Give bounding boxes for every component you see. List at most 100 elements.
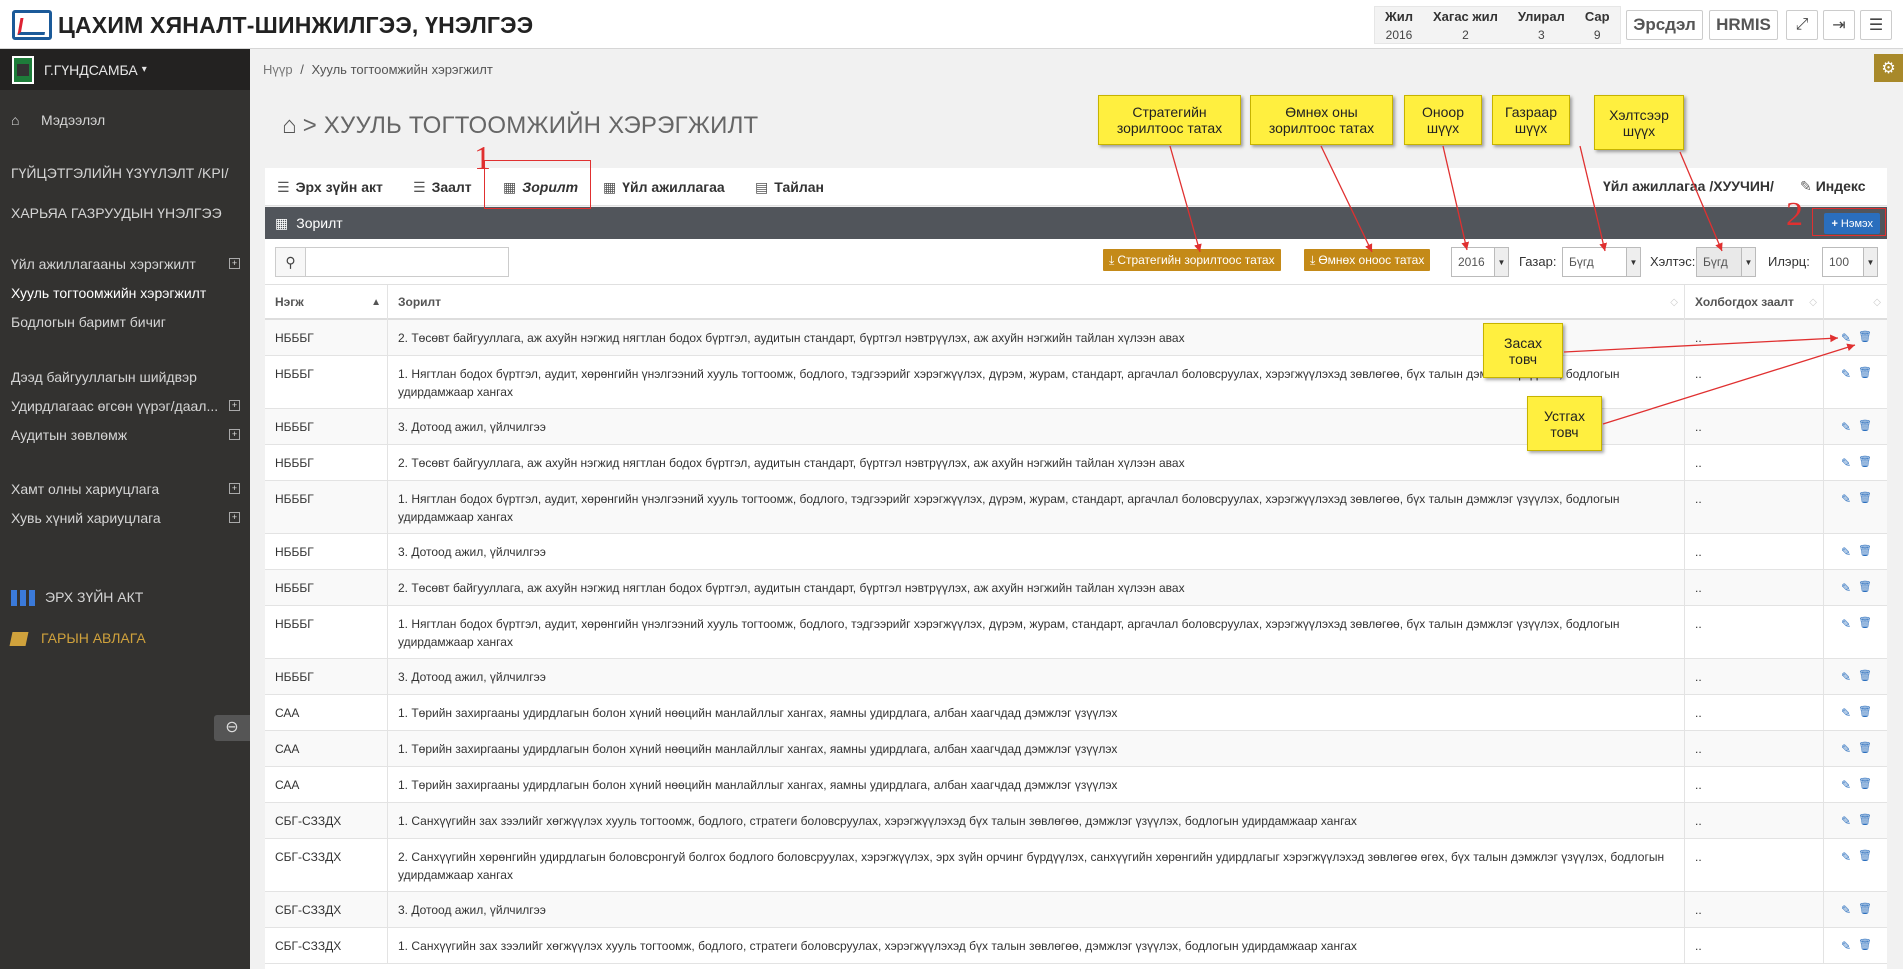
brand[interactable]: ЦАХИМ ХЯНАЛТ-ШИНЖИЛГЭЭ, ҮНЭЛГЭЭ — [12, 8, 533, 42]
search-input[interactable] — [306, 248, 508, 276]
page-size-select[interactable]: 100 ▼ — [1822, 247, 1878, 277]
menu-icon[interactable]: ☰ — [1860, 10, 1892, 40]
sidebar-item-branch-eval[interactable]: ХАРЬЯА ГАЗРУУДЫН ҮНЭЛГЭЭ — [0, 201, 250, 225]
table-row[interactable]: НБББГ 2. Төсөвт байгууллага, аж ахуйн нэг… — [265, 570, 1887, 606]
trash-icon[interactable]: 🗑 — [1858, 542, 1872, 560]
expand-icon[interactable]: + — [229, 483, 240, 494]
table-row[interactable]: САА 1. Төрийн захиргааны удирдлагын болон… — [265, 767, 1887, 803]
collapse-sidebar-icon[interactable]: ⊖ — [214, 715, 250, 741]
search-icon[interactable]: ⚲ — [276, 248, 306, 276]
edit-icon[interactable]: ✎ — [1841, 668, 1851, 686]
table-row[interactable]: НБББГ 3. Дотоод ажил, үйлчилгээ.. ✎ 🗑 — [265, 659, 1887, 695]
tab-legal-act[interactable]: ☰ Эрх зүйн акт — [277, 168, 383, 206]
edit-icon[interactable]: ✎ — [1841, 901, 1851, 919]
user-menu[interactable]: Г.ГҮНДСАМБА ▾ — [0, 49, 250, 90]
cell-ref: .. — [1685, 320, 1824, 355]
sidebar-item-law[interactable]: Хууль тогтоомжийн хэрэгжилт — [0, 281, 250, 305]
trash-icon[interactable]: 🗑 — [1858, 328, 1872, 346]
trash-icon[interactable]: 🗑 — [1858, 900, 1872, 918]
period-quarter[interactable]: Улирал 3 — [1508, 7, 1575, 43]
tab-index[interactable]: ✎ Индекс — [1800, 178, 1866, 195]
breadcrumb-home[interactable]: Нүүр — [263, 62, 293, 77]
edit-icon[interactable]: ✎ — [1841, 490, 1851, 508]
tab-report[interactable]: ▤ Тайлан — [755, 168, 824, 206]
table-row[interactable]: НБББГ 1. Нягтлан бодох бүртгэл, аудит, хө… — [265, 606, 1887, 659]
sidebar-item-personal-resp[interactable]: Хувь хүний хариуцлага + — [0, 506, 250, 530]
table-row[interactable]: СБГ-СЗЗДХ 2. Санхүүгийн хөрөнгийн удирдла… — [265, 839, 1887, 892]
table-row[interactable]: САА 1. Төрийн захиргааны удирдлагын болон… — [265, 731, 1887, 767]
col-goal[interactable]: Зорилт ◇ — [388, 285, 1685, 320]
edit-icon[interactable]: ✎ — [1841, 937, 1851, 955]
trash-icon[interactable]: 🗑 — [1858, 847, 1872, 865]
sidebar-item-audit[interactable]: Аудитын зөвлөмж + — [0, 423, 250, 447]
sidebar-item-policy[interactable]: Бодлогын баримт бичиг — [0, 310, 250, 334]
sidebar-item-decision[interactable]: Дээд байгууллагын шийдвэр — [0, 365, 250, 389]
table-row[interactable]: НБББГ 3. Дотоод ажил, үйлчилгээ.. ✎ 🗑 — [265, 534, 1887, 570]
expand-icon[interactable]: + — [229, 429, 240, 440]
col-actions[interactable]: ◇ — [1824, 285, 1887, 320]
edit-icon[interactable]: ✎ — [1841, 704, 1851, 722]
table-row[interactable]: СБГ-СЗЗДХ 1. Санхүүгийн зах зээлийг хөгжү… — [265, 803, 1887, 839]
expand-icon[interactable]: + — [229, 512, 240, 523]
expand-icon[interactable]: + — [229, 258, 240, 269]
table-row[interactable]: САА 1. Төрийн захиргааны удирдлагын болон… — [265, 695, 1887, 731]
trash-icon[interactable]: 🗑 — [1858, 703, 1872, 721]
period-half[interactable]: Хагас жил 2 — [1423, 7, 1508, 43]
trash-icon[interactable]: 🗑 — [1858, 667, 1872, 685]
trash-icon[interactable]: 🗑 — [1858, 739, 1872, 757]
trash-icon[interactable]: 🗑 — [1858, 453, 1872, 471]
import-strategy-button[interactable]: ⤓ Стратегийн зорилтоос татах — [1103, 249, 1281, 271]
table-row[interactable]: СБГ-СЗЗДХ 1. Санхүүгийн зах зээлийг хөгжү… — [265, 928, 1887, 964]
table-row[interactable]: НБББГ 2. Төсөвт байгууллага, аж ахуйн нэг… — [265, 320, 1887, 356]
trash-icon[interactable]: 🗑 — [1858, 811, 1872, 829]
fullscreen-icon[interactable]: ⤢ — [1786, 10, 1818, 40]
tab-activity[interactable]: ▦ Үйл ажиллагаа — [603, 168, 725, 206]
table-row[interactable]: НБББГ 1. Нягтлан бодох бүртгэл, аудит, хө… — [265, 481, 1887, 534]
table-row[interactable]: СБГ-СЗЗДХ 3. Дотоод ажил, үйлчилгээ.. ✎ 🗑 — [265, 892, 1887, 928]
edit-icon[interactable]: ✎ — [1841, 848, 1851, 866]
period-year[interactable]: Жил 2016 — [1375, 7, 1423, 43]
expand-icon[interactable]: + — [229, 400, 240, 411]
col-ref[interactable]: Холбогдох заалт ◇ — [1685, 285, 1824, 320]
edit-icon[interactable]: ✎ — [1841, 418, 1851, 436]
gear-icon[interactable]: ⚙ — [1874, 54, 1903, 82]
edit-icon[interactable]: ✎ — [1841, 776, 1851, 794]
edit-icon[interactable]: ✎ — [1841, 615, 1851, 633]
sidebar-item-manual[interactable]: ГАРЫН АВЛАГА — [0, 626, 250, 650]
period-month[interactable]: Сар 9 — [1575, 7, 1620, 43]
hrmis-button[interactable]: HRMIS — [1709, 10, 1778, 40]
edit-icon[interactable]: ✎ — [1841, 579, 1851, 597]
col-unit[interactable]: Нэгж ▲ — [265, 285, 388, 320]
edit-icon[interactable]: ✎ — [1841, 454, 1851, 472]
tab-activity-old[interactable]: Үйл ажиллагаа /ХУУЧИН/ — [1603, 178, 1774, 194]
trash-icon[interactable]: 🗑 — [1858, 417, 1872, 435]
table-row[interactable]: НБББГ 1. Нягтлан бодох бүртгэл, аудит, хө… — [265, 356, 1887, 409]
ersdel-button[interactable]: Эрсдэл — [1626, 10, 1703, 40]
period-selector[interactable]: Жил 2016 Хагас жил 2 Улирал 3 Сар 9 — [1374, 6, 1621, 44]
import-prev-year-button[interactable]: ⤓ Өмнөх оноос татах — [1304, 249, 1431, 271]
trash-icon[interactable]: 🗑 — [1858, 578, 1872, 596]
sidebar-item-kpi[interactable]: ГҮЙЦЭТГЭЛИЙН ҮЗҮҮЛЭЛТ /KPI/ — [0, 161, 250, 185]
sidebar-item-tasks[interactable]: Удирдлагаас өгсөн үүрэг/даал... + — [0, 394, 250, 418]
trash-icon[interactable]: 🗑 — [1858, 614, 1872, 632]
trash-icon[interactable]: 🗑 — [1858, 775, 1872, 793]
edit-icon[interactable]: ✎ — [1841, 812, 1851, 830]
trash-icon[interactable]: 🗑 — [1858, 936, 1872, 954]
table-row[interactable]: НБББГ 3. Дотоод ажил, үйлчилгээ.. ✎ 🗑 — [265, 409, 1887, 445]
heltes-select[interactable]: Бүгд ▼ — [1696, 247, 1756, 277]
sidebar-item-legal-act[interactable]: ЭРХ ЗҮЙН АКТ — [0, 585, 250, 609]
trash-icon[interactable]: 🗑 — [1858, 489, 1872, 507]
sidebar-item-team-resp[interactable]: Хамт олны хариуцлага + — [0, 477, 250, 501]
edit-icon[interactable]: ✎ — [1841, 543, 1851, 561]
table-row[interactable]: НБББГ 2. Төсөвт байгууллага, аж ахуйн нэг… — [265, 445, 1887, 481]
tab-clause[interactable]: ☰ Заалт — [413, 168, 472, 206]
trash-icon[interactable]: 🗑 — [1858, 364, 1872, 382]
logout-icon[interactable]: ⇥ — [1823, 10, 1855, 40]
sidebar-item-activity[interactable]: Үйл ажиллагааны хэрэгжилт + — [0, 252, 250, 276]
gazar-select[interactable]: Бүгд ▼ — [1562, 247, 1641, 277]
edit-icon[interactable]: ✎ — [1841, 329, 1851, 347]
edit-icon[interactable]: ✎ — [1841, 740, 1851, 758]
edit-icon[interactable]: ✎ — [1841, 365, 1851, 383]
sidebar-item-info[interactable]: ⌂ Мэдээлэл — [0, 108, 250, 132]
year-select[interactable]: 2016 ▼ — [1451, 247, 1509, 277]
